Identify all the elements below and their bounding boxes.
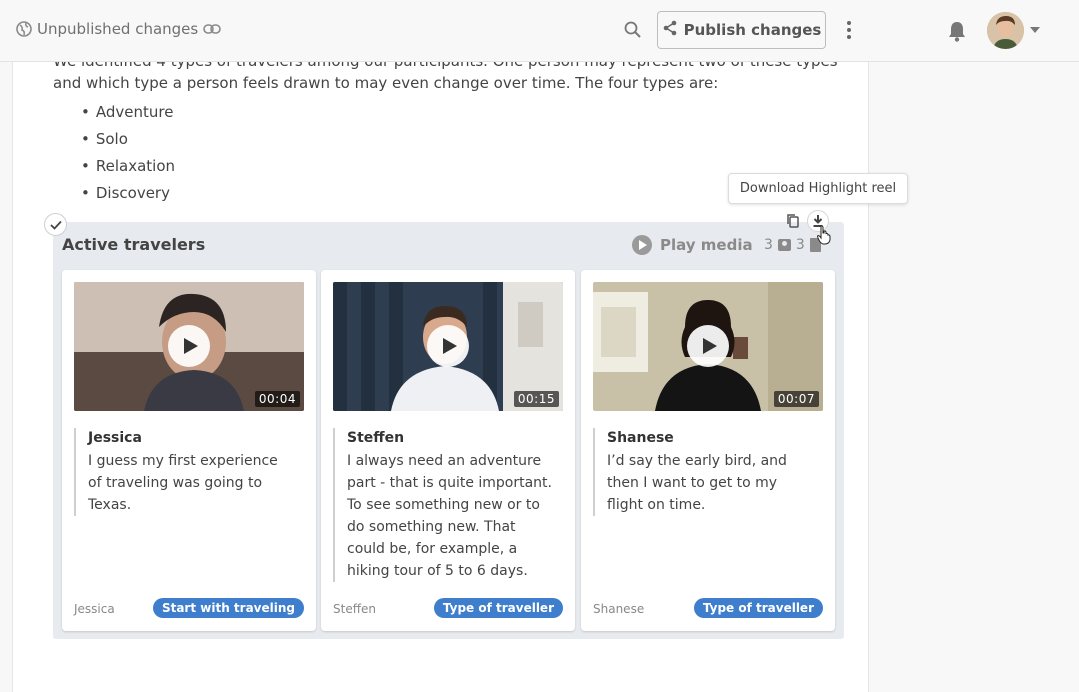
list-item: Solo bbox=[81, 128, 175, 155]
speaker-name: Steffen bbox=[347, 430, 405, 446]
list-item: Discovery bbox=[81, 182, 175, 209]
clip-quote: Shanese I’d say the early bird, and then… bbox=[593, 428, 813, 516]
video-thumbnail[interactable]: 00:07 bbox=[593, 282, 823, 411]
quote-text: I guess my first experience of traveling… bbox=[88, 453, 278, 513]
check-icon bbox=[49, 220, 62, 230]
reel-title: Active travelers bbox=[62, 235, 206, 254]
video-duration: 00:15 bbox=[513, 391, 559, 407]
pointer-cursor-icon bbox=[816, 225, 832, 249]
tag-badge[interactable]: Start with traveling bbox=[152, 598, 304, 618]
person-icon bbox=[777, 239, 791, 251]
video-thumbnail[interactable]: 00:04 bbox=[74, 282, 304, 411]
clip-card[interactable]: 00:04 Jessica I guess my first experienc… bbox=[62, 270, 316, 631]
link-icon[interactable] bbox=[203, 23, 222, 35]
tag-badge[interactable]: Type of traveller bbox=[693, 598, 823, 618]
play-circle-icon bbox=[632, 235, 652, 255]
video-duration: 00:04 bbox=[254, 391, 300, 407]
clip-quote: Steffen I always need an adventure part … bbox=[333, 428, 553, 582]
reel-counts: 3 3 bbox=[764, 237, 821, 253]
publish-status[interactable]: Unpublished changes bbox=[16, 20, 222, 38]
search-icon[interactable] bbox=[623, 20, 643, 40]
clip-card[interactable]: 00:15 Steffen I always need an adventure… bbox=[321, 270, 575, 631]
play-button[interactable] bbox=[687, 325, 729, 367]
quote-text: I’d say the early bird, and then I want … bbox=[607, 453, 787, 513]
video-thumbnail[interactable]: 00:15 bbox=[333, 282, 563, 411]
status-label: Unpublished changes bbox=[37, 20, 199, 38]
participants-count: 3 bbox=[764, 237, 773, 253]
top-bar: Unpublished changes Publish changes bbox=[0, 0, 1079, 62]
participant-name: Jessica bbox=[74, 602, 115, 616]
bell-icon[interactable] bbox=[946, 19, 968, 43]
list-item: Adventure bbox=[81, 101, 175, 128]
clip-quote: Jessica I guess my first experience of t… bbox=[74, 428, 294, 516]
tooltip: Download Highlight reel bbox=[728, 173, 908, 204]
chevron-down-icon[interactable] bbox=[1030, 27, 1040, 33]
copy-icon[interactable] bbox=[782, 210, 804, 232]
more-options-icon[interactable] bbox=[840, 18, 858, 42]
tag-badge[interactable]: Type of traveller bbox=[433, 598, 563, 618]
publish-label: Publish changes bbox=[683, 21, 822, 39]
play-media-label: Play media bbox=[660, 236, 753, 254]
participant-name: Steffen bbox=[333, 602, 376, 616]
play-button[interactable] bbox=[427, 325, 469, 367]
play-button[interactable] bbox=[168, 325, 210, 367]
traveler-types-list: Adventure Solo Relaxation Discovery bbox=[81, 101, 175, 209]
play-media-button[interactable]: Play media bbox=[632, 235, 753, 255]
notes-count: 3 bbox=[795, 237, 805, 253]
clip-card[interactable]: 00:07 Shanese I’d say the early bird, an… bbox=[581, 270, 835, 631]
participant-name: Shanese bbox=[593, 602, 645, 616]
publish-changes-button[interactable]: Publish changes bbox=[657, 11, 826, 49]
quote-text: I always need an adventure part - that i… bbox=[347, 453, 552, 579]
globe-icon bbox=[16, 21, 32, 37]
select-checkbox[interactable] bbox=[44, 213, 67, 236]
right-panel bbox=[869, 62, 1079, 692]
list-item: Relaxation bbox=[81, 155, 175, 182]
share-icon bbox=[662, 20, 678, 40]
speaker-name: Shanese bbox=[607, 430, 674, 446]
video-duration: 00:07 bbox=[773, 391, 819, 407]
speaker-name: Jessica bbox=[88, 430, 142, 446]
avatar[interactable] bbox=[987, 12, 1024, 49]
